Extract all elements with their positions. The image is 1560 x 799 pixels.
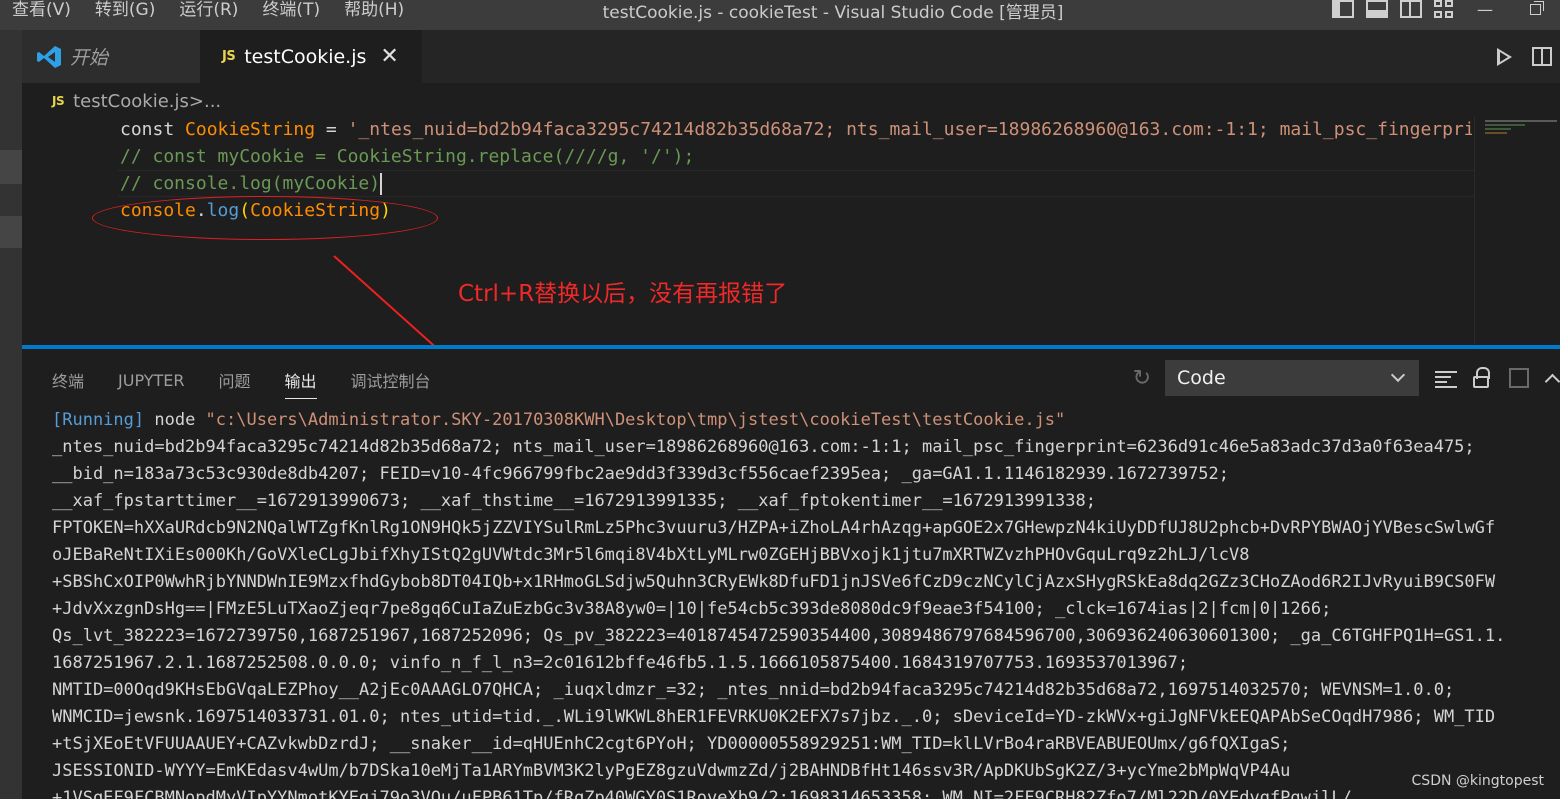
js-file-icon: JS [52, 94, 65, 108]
tab-terminal[interactable]: 终端 [52, 368, 84, 392]
toggle-secondary-sidebar-icon[interactable] [1400, 0, 1422, 18]
breadcrumb: JS testCookie.js > ... [52, 88, 221, 114]
output-channel-value: Code [1177, 367, 1226, 389]
keyword: const [120, 119, 186, 140]
chevron-down-icon [1390, 367, 1406, 383]
tab-welcome[interactable]: 开始 [22, 30, 200, 83]
open-in-editor-icon[interactable] [1509, 368, 1529, 388]
output-line: __bid_n=183a73c53c930de8db4207; FEID=v10… [52, 464, 1230, 484]
panel-actions: ↻ Code [1133, 359, 1560, 397]
output-line: +1VSqEF9FCBMNopdMyVIpYYNmotKYEgj79o3VOu/… [52, 788, 1352, 799]
breadcrumb-file[interactable]: testCookie.js [73, 91, 189, 112]
code-line[interactable]: 1 const CookieString = '_ntes_nuid=bd2b9… [22, 116, 1472, 143]
comment: // const myCookie = CookieString.replace… [120, 146, 695, 167]
string-literal: '_ntes_nuid=bd2b94faca3295c74214d82b35d6… [347, 119, 1472, 140]
output-line: WNMCID=jewsnk.1697514033731.01.0; ntes_u… [52, 707, 1496, 727]
text-cursor [380, 173, 383, 195]
running-path: "c:\Users\Administrator.SKY-20170308KWH\… [205, 410, 1066, 430]
bottom-panel: 终端 JUPYTER 问题 输出 调试控制台 ↻ Code [Running] … [22, 345, 1560, 799]
panel-tabs: 终端 JUPYTER 问题 输出 调试控制台 [22, 363, 465, 399]
run-code-icon[interactable] [1497, 47, 1512, 66]
output-line: [Running] node "c:\Users\Administrator.S… [52, 407, 1560, 434]
output-line: +JdvXxzgnDsHg==|FMzE5LuTXaoZjeqr7pe8gq6C… [52, 599, 1332, 619]
restore-button[interactable] [1510, 0, 1560, 19]
output-line: Qs_lvt_382223=1672739750,1687251967,1687… [52, 626, 1506, 646]
annotation-ellipse [92, 196, 438, 240]
output-line: NMTID=00Oqd9KHsEbGVqaLEZPhoy__A2jEc0AAAG… [52, 680, 1455, 700]
minimap[interactable] [1474, 116, 1560, 345]
editor-actions [1497, 30, 1560, 83]
output-line: _ntes_nuid=bd2b94faca3295c74214d82b35d68… [52, 437, 1475, 457]
editor-tab-bar: 开始 JS testCookie.js ✕ [22, 30, 1560, 83]
variable: CookieString [185, 119, 316, 140]
tab-testcookie[interactable]: JS testCookie.js ✕ [200, 30, 422, 83]
vscode-logo-icon [37, 45, 61, 68]
window-controls: — [1326, 0, 1560, 30]
output-channel-select[interactable]: Code [1165, 360, 1419, 396]
restore-icon [1529, 0, 1544, 15]
tab-welcome-label: 开始 [70, 47, 109, 69]
title-bar: 查看(V) 转到(G) 运行(R) 终端(T) 帮助(H) testCookie… [0, 0, 1560, 30]
running-command: node [144, 410, 206, 430]
close-icon[interactable]: ✕ [380, 44, 398, 69]
lock-icon[interactable] [1473, 367, 1490, 388]
refresh-icon[interactable]: ↻ [1133, 366, 1151, 391]
code-line[interactable]: 2 // const myCookie = CookieString.repla… [22, 143, 1472, 170]
output-view[interactable]: [Running] node "c:\Users\Administrator.S… [52, 407, 1560, 799]
tab-problems[interactable]: 问题 [219, 368, 251, 392]
activity-item-marker[interactable] [0, 216, 22, 248]
running-tag: [Running] [52, 410, 145, 430]
toggle-primary-sidebar-icon[interactable] [1332, 0, 1354, 18]
split-editor-icon[interactable] [1532, 47, 1552, 66]
output-line: __xaf_fpstarttimer__=1672913990673; __xa… [52, 491, 1096, 511]
operator: = [315, 119, 348, 140]
code-line[interactable]: 3 // console.log(myCookie) [22, 170, 1472, 197]
clear-output-icon[interactable] [1435, 369, 1457, 388]
output-line: FPTOKEN=hXXaURdcb9N2NQalWTZgfKnlRg1ON9HQ… [52, 518, 1496, 538]
breadcrumb-more[interactable]: ... [204, 91, 221, 112]
comment: // console.log(myCookie) [120, 173, 381, 194]
activity-bar [0, 30, 22, 799]
breadcrumb-separator: > [188, 90, 204, 112]
tab-debug-console[interactable]: 调试控制台 [351, 368, 431, 392]
minimize-button[interactable]: — [1460, 0, 1510, 19]
toggle-panel-icon[interactable] [1366, 0, 1388, 18]
output-line: oJEBaReNtIXiEs000Kh/GoVXleCLgJbifXhyIStQ… [52, 545, 1250, 565]
js-file-icon: JS [222, 49, 236, 64]
customize-layout-icon[interactable] [1434, 0, 1454, 18]
tab-output[interactable]: 输出 [284, 368, 317, 399]
activity-item-marker[interactable] [0, 150, 22, 184]
watermark: CSDN @kingtopest [1411, 773, 1544, 789]
output-line: +tSjXEoEtVFUUAAUEY+CAZvkwbDzrdJ; __snake… [52, 734, 1291, 754]
annotation-text: Ctrl+R替换以后，没有再报错了 [458, 281, 788, 307]
chevron-up-icon[interactable] [1544, 373, 1560, 389]
output-line: 1687251967.2.1.1687252508.0.0.0; vinfo_n… [52, 653, 1189, 673]
tab-file-label: testCookie.js [244, 45, 367, 68]
tab-jupyter[interactable]: JUPYTER [118, 371, 185, 390]
output-line: JSESSIONID-WYYY=EmKEdasv4wUm/b7DSka10eMj… [52, 761, 1291, 781]
output-line: +SBShCxOIP0WwhRjbYNNDWnIE9MzxfhdGybob8DT… [52, 572, 1496, 592]
